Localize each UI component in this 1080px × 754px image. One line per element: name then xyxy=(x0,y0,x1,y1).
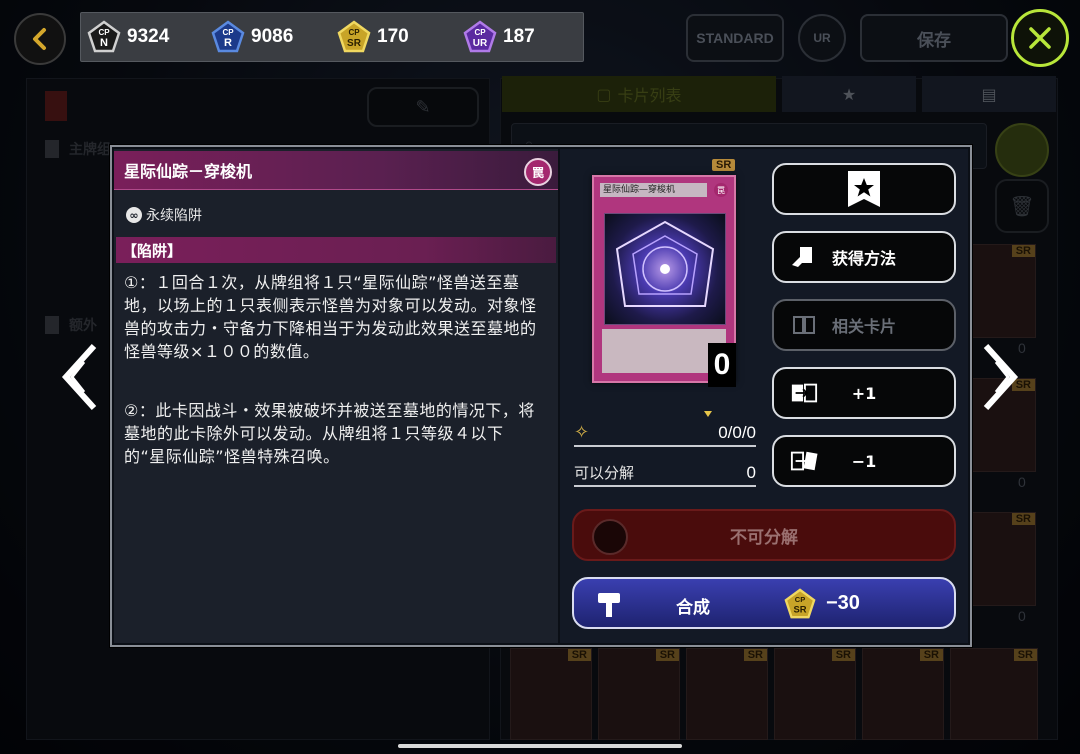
add-one-label: +1 xyxy=(851,383,877,403)
related-cards-button[interactable]: 相关卡片 xyxy=(772,299,956,351)
cp-n-icon: CPN xyxy=(87,20,121,53)
card-text-pane: 星际仙踪－穿梭机 罠 ∞ 永续陷阱 【陷阱】 ①：１回合１次，从牌组将１只“星际… xyxy=(114,149,558,643)
ur-label: UR xyxy=(813,31,831,45)
related-cards-label: 相关卡片 xyxy=(831,317,896,336)
svg-text:CP: CP xyxy=(474,28,486,37)
standard-format-button[interactable]: STANDARD xyxy=(686,14,784,62)
caret-down-icon xyxy=(704,411,712,417)
card-hand-icon xyxy=(790,245,818,269)
dismantle-row: 可以分解 0 xyxy=(574,459,756,487)
previous-card-arrow[interactable] xyxy=(60,340,100,414)
svg-text:SR: SR xyxy=(793,603,806,614)
add-card-icon xyxy=(790,381,818,405)
card-title-bar: 星际仙踪－穿梭机 罠 xyxy=(114,151,558,190)
owned-count: 0 xyxy=(708,343,736,387)
how-to-get-button[interactable]: 获得方法 xyxy=(772,231,956,283)
remove-from-deck-button[interactable]: −1 xyxy=(772,435,956,487)
dismantle-count: 0 xyxy=(746,463,756,482)
save-button[interactable]: 保存 xyxy=(860,14,1008,62)
svg-text:CP: CP xyxy=(98,28,110,37)
chevron-right-icon xyxy=(983,343,1019,411)
svg-text:CP: CP xyxy=(348,28,360,37)
card-artwork-graphic xyxy=(615,220,715,307)
cp-sr-value: 170 xyxy=(377,26,409,47)
svg-text:UR: UR xyxy=(473,38,488,49)
craft-button[interactable]: 合成 CP SR −30 xyxy=(572,577,956,629)
svg-text:CP: CP xyxy=(222,28,234,37)
cp-n: CP N 9324 xyxy=(87,20,170,53)
cp-r-value: 9086 xyxy=(251,26,294,47)
top-bar: CP N 9324 CP R 9086 CP SR 170 CP UR 187 STAN… xyxy=(0,0,1080,76)
card-image-title: 星际仙踪—穿梭机 xyxy=(600,183,707,197)
card-image-attribute-icon: 罠 xyxy=(714,183,728,197)
craft-cost: −30 xyxy=(826,592,860,614)
cp-n-value: 9324 xyxy=(127,26,170,47)
cp-sr: CP SR 170 xyxy=(337,20,409,53)
card-detail-modal: 星际仙踪－穿梭机 罠 ∞ 永续陷阱 【陷阱】 ①：１回合１次，从牌组将１只“星际… xyxy=(110,145,972,647)
chevron-left-icon xyxy=(61,343,97,411)
next-card-arrow[interactable] xyxy=(980,340,1020,414)
card-effect-1: ①：１回合１次，从牌组将１只“星际仙踪”怪兽送至墓地，以场上的１只表侧表示怪兽为… xyxy=(124,273,537,361)
cp-ur-value: 187 xyxy=(503,26,535,47)
close-icon xyxy=(1029,27,1051,49)
card-name: 星际仙踪－穿梭机 xyxy=(124,162,253,181)
card-artwork xyxy=(604,213,726,325)
hammer-icon xyxy=(596,591,622,623)
favorite-button[interactable] xyxy=(772,163,956,215)
subtype-label: 永续陷阱 xyxy=(146,208,202,224)
cannot-dismantle-button[interactable]: 不可分解 xyxy=(572,509,956,561)
attribute-badge-text: 罠 xyxy=(531,165,544,180)
cp-sr-cost-icon: CP SR xyxy=(784,588,816,624)
related-cards-icon xyxy=(790,313,818,337)
cp-r: CP R 9086 xyxy=(211,20,294,53)
remove-card-icon xyxy=(790,449,818,473)
card-image-pane: SR 星际仙踪—穿梭机 罠 0 ✧ 0/0/0 可以分解 0 xyxy=(560,149,760,643)
card-category: 【陷阱】 xyxy=(122,241,183,260)
ur-filter-button[interactable]: UR xyxy=(798,14,846,62)
svg-text:R: R xyxy=(224,37,232,49)
remove-one-label: −1 xyxy=(851,451,877,471)
back-button[interactable] xyxy=(14,13,66,65)
copies-value: 0/0/0 xyxy=(718,423,756,442)
card-copies-icon: ✧ xyxy=(574,422,590,443)
add-to-deck-button[interactable]: +1 xyxy=(772,367,956,419)
svg-text:SR: SR xyxy=(347,38,362,49)
bookmark-star-icon xyxy=(848,171,880,207)
card-category-bar: 【陷阱】 xyxy=(116,237,556,263)
copies-row: ✧ 0/0/0 xyxy=(574,419,756,447)
craft-label: 合成 xyxy=(676,598,710,618)
rarity-badge: SR xyxy=(712,159,736,171)
trap-attribute-icon: 罠 xyxy=(524,158,552,186)
cp-ur: CP UR 187 xyxy=(463,20,535,53)
cannot-dismantle-label: 不可分解 xyxy=(730,527,798,548)
dismantle-label: 可以分解 xyxy=(574,464,635,482)
craft-points-panel: CP N 9324 CP R 9086 CP SR 170 CP UR 187 xyxy=(80,12,584,62)
cp-ur-icon: CPUR xyxy=(463,20,497,53)
actions-pane: 获得方法 相关卡片 +1 −1 xyxy=(760,149,968,643)
standard-label: STANDARD xyxy=(696,30,774,46)
chevron-left-icon xyxy=(33,28,46,50)
card-effect-2: ②：此卡因战斗・效果被破坏并被送至墓地的情况下，将墓地的此卡除外可以发动。从牌组… xyxy=(124,401,535,466)
home-indicator xyxy=(398,744,682,748)
cp-sr-icon: CPSR xyxy=(337,20,371,53)
card-subtype: ∞ 永续陷阱 xyxy=(126,205,202,225)
continuous-icon: ∞ xyxy=(126,207,142,223)
save-label: 保存 xyxy=(917,30,951,50)
close-button[interactable] xyxy=(1011,9,1069,67)
cp-r-icon: CPR xyxy=(211,20,245,53)
how-to-get-label: 获得方法 xyxy=(831,249,896,268)
svg-text:N: N xyxy=(100,37,108,49)
no-dismantle-icon xyxy=(592,519,628,555)
